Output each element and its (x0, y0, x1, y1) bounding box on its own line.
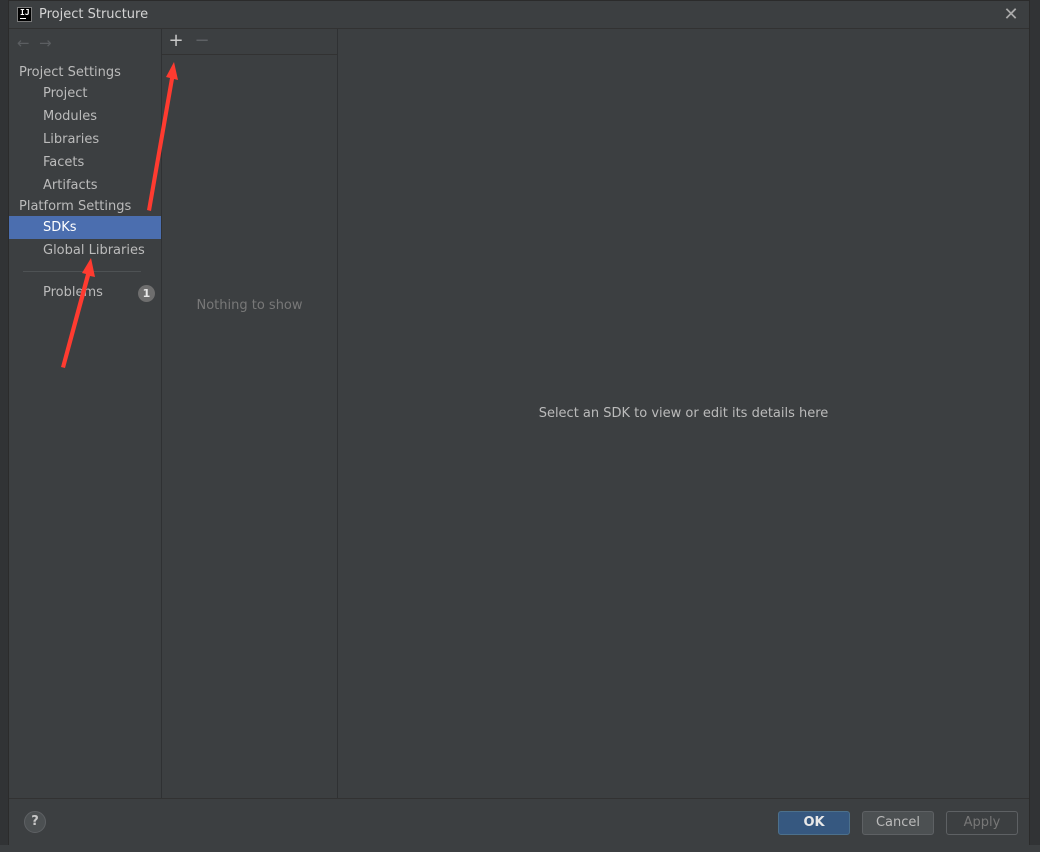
details-placeholder-text: Select an SDK to view or edit its detail… (538, 406, 829, 421)
sidebar-divider (23, 271, 141, 272)
sidebar-item-global-libraries[interactable]: Global Libraries (9, 239, 161, 262)
problems-count-badge: 1 (138, 285, 155, 302)
remove-icon[interactable]: − (193, 31, 211, 51)
add-icon[interactable]: + (167, 31, 185, 51)
sidebar-item-artifacts[interactable]: Artifacts (9, 174, 161, 197)
title-bar: IJ Project Structure ✕ (9, 1, 1029, 29)
apply-button[interactable]: Apply (946, 811, 1018, 835)
sidebar-item-libraries[interactable]: Libraries (9, 128, 161, 151)
problems-label: Problems (43, 285, 103, 300)
forward-arrow-icon[interactable]: → (39, 35, 61, 51)
ok-button[interactable]: OK (778, 811, 850, 835)
background-ide-bottom (0, 845, 1040, 852)
window-title: Project Structure (39, 7, 149, 22)
sidebar-item-sdks[interactable]: SDKs (9, 216, 161, 239)
empty-list-text: Nothing to show (196, 298, 303, 313)
project-settings-header: Project Settings (19, 65, 121, 80)
background-ide-right (1030, 0, 1040, 852)
dialog-footer: ? OK Cancel Apply (9, 798, 1029, 845)
project-structure-dialog: IJ Project Structure ✕ ← → Project Settin… (8, 0, 1030, 845)
sidebar-item-project[interactable]: Project (9, 82, 161, 105)
sidebar-item-modules[interactable]: Modules (9, 105, 161, 128)
list-toolbar: + − (162, 29, 337, 55)
back-arrow-icon[interactable]: ← (17, 35, 39, 51)
sdk-list-panel: + − Nothing to show (162, 29, 338, 798)
details-panel: Select an SDK to view or edit its detail… (338, 29, 1029, 798)
sidebar-item-facets[interactable]: Facets (9, 151, 161, 174)
intellij-app-icon: IJ (17, 7, 32, 22)
settings-sidebar: ← → Project Settings Project Modules Libr… (9, 29, 162, 798)
platform-settings-header: Platform Settings (19, 199, 132, 214)
close-icon[interactable]: ✕ (1001, 5, 1021, 25)
sidebar-item-problems[interactable]: Problems 1 (9, 281, 161, 304)
cancel-button[interactable]: Cancel (862, 811, 934, 835)
background-ide-left (0, 0, 8, 852)
navigation-arrows: ← → (17, 35, 61, 53)
help-button[interactable]: ? (24, 811, 46, 833)
